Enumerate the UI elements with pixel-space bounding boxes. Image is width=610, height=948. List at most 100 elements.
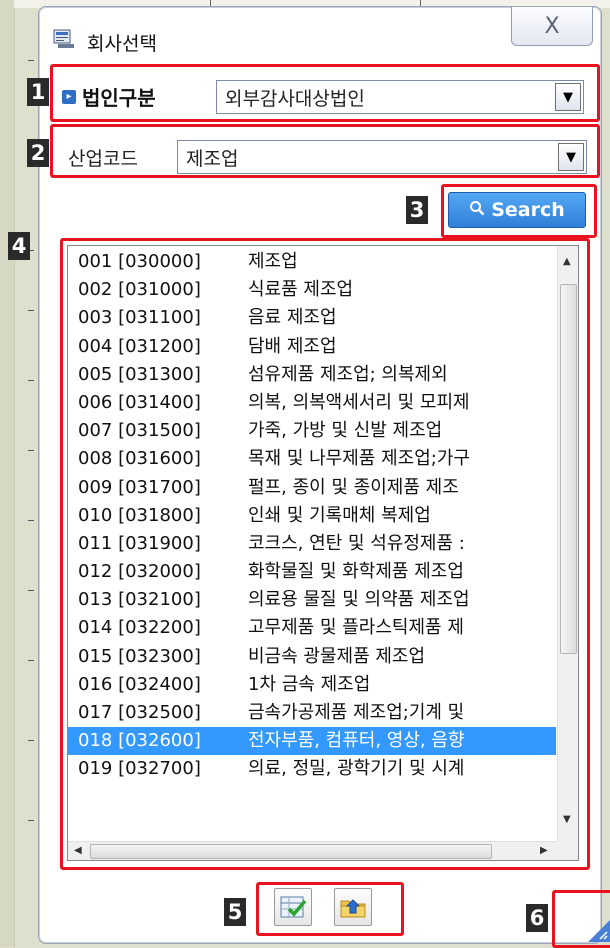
window-app-icon xyxy=(53,29,75,49)
list-item[interactable]: 017 [032500] 금속가공제품 제조업;기계 및 xyxy=(68,699,556,727)
industry-name: 목재 및 나무제품 제조업;가구 xyxy=(248,448,470,470)
industry-code: 004 [031200] xyxy=(78,335,201,357)
industry-code: 009 [031700] xyxy=(78,476,201,498)
close-icon: X xyxy=(544,13,560,39)
industry-code-select[interactable]: 제조업 ▼ xyxy=(177,140,587,174)
ruler-tick xyxy=(28,820,34,821)
list-item[interactable]: 004 [031200] 담배 제조업 xyxy=(68,333,556,361)
industry-name: 화학물질 및 화학제품 제조업 xyxy=(248,561,464,583)
step-badge-6: 6 xyxy=(526,904,548,932)
step-badge-5: 5 xyxy=(224,898,246,926)
industry-name: 비금속 광물제품 제조업 xyxy=(248,645,426,667)
search-icon xyxy=(469,200,485,221)
ruler-tick xyxy=(28,520,34,521)
industry-code: 013 [032100] xyxy=(78,589,201,611)
industry-code: 006 [031400] xyxy=(78,391,201,413)
list-item[interactable]: 019 [032700] 의료, 정밀, 광학기기 및 시계 xyxy=(68,755,556,783)
industry-code: 012 [032000] xyxy=(78,561,201,583)
close-button[interactable]: X xyxy=(511,7,593,46)
scroll-right-icon[interactable]: ▶ xyxy=(540,845,548,856)
list-item[interactable]: 001 [030000] 제조업 xyxy=(68,248,556,276)
ruler-tick xyxy=(28,310,34,311)
ruler-tick xyxy=(28,380,34,381)
industry-listbox[interactable]: 001 [030000] 제조업 002 [031000] 식료품 제조업 003 [0… xyxy=(67,245,579,861)
industry-name: 섬유제품 제조업; 의복제외 xyxy=(248,363,448,385)
step-badge-3: 3 xyxy=(406,196,428,224)
industry-name: 제조업 xyxy=(248,251,298,272)
scroll-left-icon[interactable]: ◀ xyxy=(74,845,82,856)
industry-code: 018 [032600] xyxy=(78,730,201,752)
industry-code: 019 [032700] xyxy=(78,758,201,780)
industry-name: 의복, 의복액세서리 및 모피제 xyxy=(248,391,470,413)
industry-name: 음료 제조업 xyxy=(248,307,337,329)
industry-code: 005 [031300] xyxy=(78,363,201,385)
list-item[interactable]: 006 [031400] 의복, 의복액세서리 및 모피제 xyxy=(68,389,556,417)
industry-name: 식료품 제조업 xyxy=(248,279,354,301)
industry-name: 금속가공제품 제조업;기계 및 xyxy=(248,702,465,723)
list-item[interactable]: 008 [031600] 목재 및 나무제품 제조업;가구 xyxy=(68,445,556,473)
list-item[interactable]: 009 [031700] 펄프, 종이 및 종이제품 제조 xyxy=(68,474,556,502)
corp-type-label: ▸ 법인구분 xyxy=(62,82,156,111)
list-item[interactable]: 018 [032600] 전자부품, 컴퓨터, 영상, 음향 xyxy=(68,727,556,756)
industry-code: 016 [032400] xyxy=(78,673,201,695)
industry-name: 의료용 물질 및 의약품 제조업 xyxy=(248,589,470,611)
confirm-check-icon xyxy=(280,896,307,918)
industry-list: 001 [030000] 제조업 002 [031000] 식료품 제조업 003 [0… xyxy=(68,248,556,784)
industry-code: 011 [031900] xyxy=(78,532,201,554)
hscroll-thumb[interactable] xyxy=(90,844,492,859)
list-item[interactable]: 012 [032000] 화학물질 및 화학제품 제조업 xyxy=(68,558,556,586)
background-panel xyxy=(0,0,15,947)
confirm-button[interactable] xyxy=(274,888,312,926)
industry-code: 001 [030000] xyxy=(78,251,201,272)
industry-code: 017 [032500] xyxy=(78,702,201,723)
industry-code-value: 제조업 xyxy=(186,148,239,170)
step-badge-2: 2 xyxy=(27,139,49,167)
scroll-down-icon[interactable]: ▼ xyxy=(563,814,571,825)
vertical-scrollbar[interactable]: ▲ ▼ xyxy=(557,246,578,842)
scroll-corner xyxy=(558,842,578,860)
ruler-tick xyxy=(28,590,34,591)
chevron-down-icon[interactable]: ▼ xyxy=(558,143,584,171)
industry-code-label: 산업코드 xyxy=(68,148,138,170)
list-item[interactable]: 013 [032100] 의료용 물질 및 의약품 제조업 xyxy=(68,586,556,614)
search-button[interactable]: Search xyxy=(448,192,586,228)
ruler-tick xyxy=(28,450,34,451)
industry-code: 015 [032300] xyxy=(78,645,201,667)
industry-code: 008 [031600] xyxy=(78,448,201,470)
industry-name: 담배 제조업 xyxy=(248,335,337,357)
ruler-tick xyxy=(28,740,34,741)
chevron-down-icon[interactable]: ▼ xyxy=(555,83,581,111)
ruler-tick xyxy=(28,660,34,661)
bullet-arrow-icon: ▸ xyxy=(62,89,76,104)
list-item[interactable]: 015 [032300] 비금속 광물제품 제조업 xyxy=(68,643,556,671)
ruler-tick xyxy=(28,60,34,61)
industry-name: 고무제품 및 플라스틱제품 제 xyxy=(248,617,464,639)
list-item[interactable]: 003 [031100] 음료 제조업 xyxy=(68,304,556,332)
industry-name: 1차 금속 제조업 xyxy=(248,673,371,695)
list-item[interactable]: 016 [032400] 1차 금속 제조업 xyxy=(68,671,556,699)
industry-name: 가죽, 가방 및 신발 제조업 xyxy=(248,420,443,442)
scroll-thumb[interactable] xyxy=(560,284,577,654)
industry-name: 의료, 정밀, 광학기기 및 시계 xyxy=(248,758,465,780)
list-item[interactable]: 010 [031800] 인쇄 및 기록매체 복제업 xyxy=(68,502,556,530)
corp-type-select[interactable]: 외부감사대상법인 ▼ xyxy=(216,80,584,114)
industry-code: 010 [031800] xyxy=(78,504,201,526)
export-folder-icon xyxy=(340,899,366,918)
list-item[interactable]: 011 [031900] 코크스, 연탄 및 석유정제품 : xyxy=(68,530,556,558)
step-badge-4: 4 xyxy=(8,232,30,260)
resize-grip-icon[interactable] xyxy=(588,920,610,942)
industry-code: 014 [032200] xyxy=(78,617,201,639)
title-bar[interactable]: 회사선택 X xyxy=(39,7,601,71)
industry-name: 펄프, 종이 및 종이제품 제조 xyxy=(248,476,459,498)
list-item[interactable]: 007 [031500] 가죽, 가방 및 신발 제조업 xyxy=(68,417,556,445)
industry-name: 전자부품, 컴퓨터, 영상, 음향 xyxy=(248,730,465,752)
list-item[interactable]: 014 [032200] 고무제품 및 플라스틱제품 제 xyxy=(68,614,556,642)
horizontal-scrollbar[interactable]: ◀ ▶ xyxy=(68,841,558,860)
export-button[interactable] xyxy=(334,888,372,926)
list-item[interactable]: 002 [031000] 식료품 제조업 xyxy=(68,276,556,304)
scroll-up-icon[interactable]: ▲ xyxy=(563,256,571,267)
list-item[interactable]: 005 [031300] 섬유제품 제조업; 의복제외 xyxy=(68,361,556,389)
industry-name: 인쇄 및 기록매체 복제업 xyxy=(248,504,431,526)
industry-name: 코크스, 연탄 및 석유정제품 : xyxy=(248,532,465,554)
industry-code: 007 [031500] xyxy=(78,420,201,442)
